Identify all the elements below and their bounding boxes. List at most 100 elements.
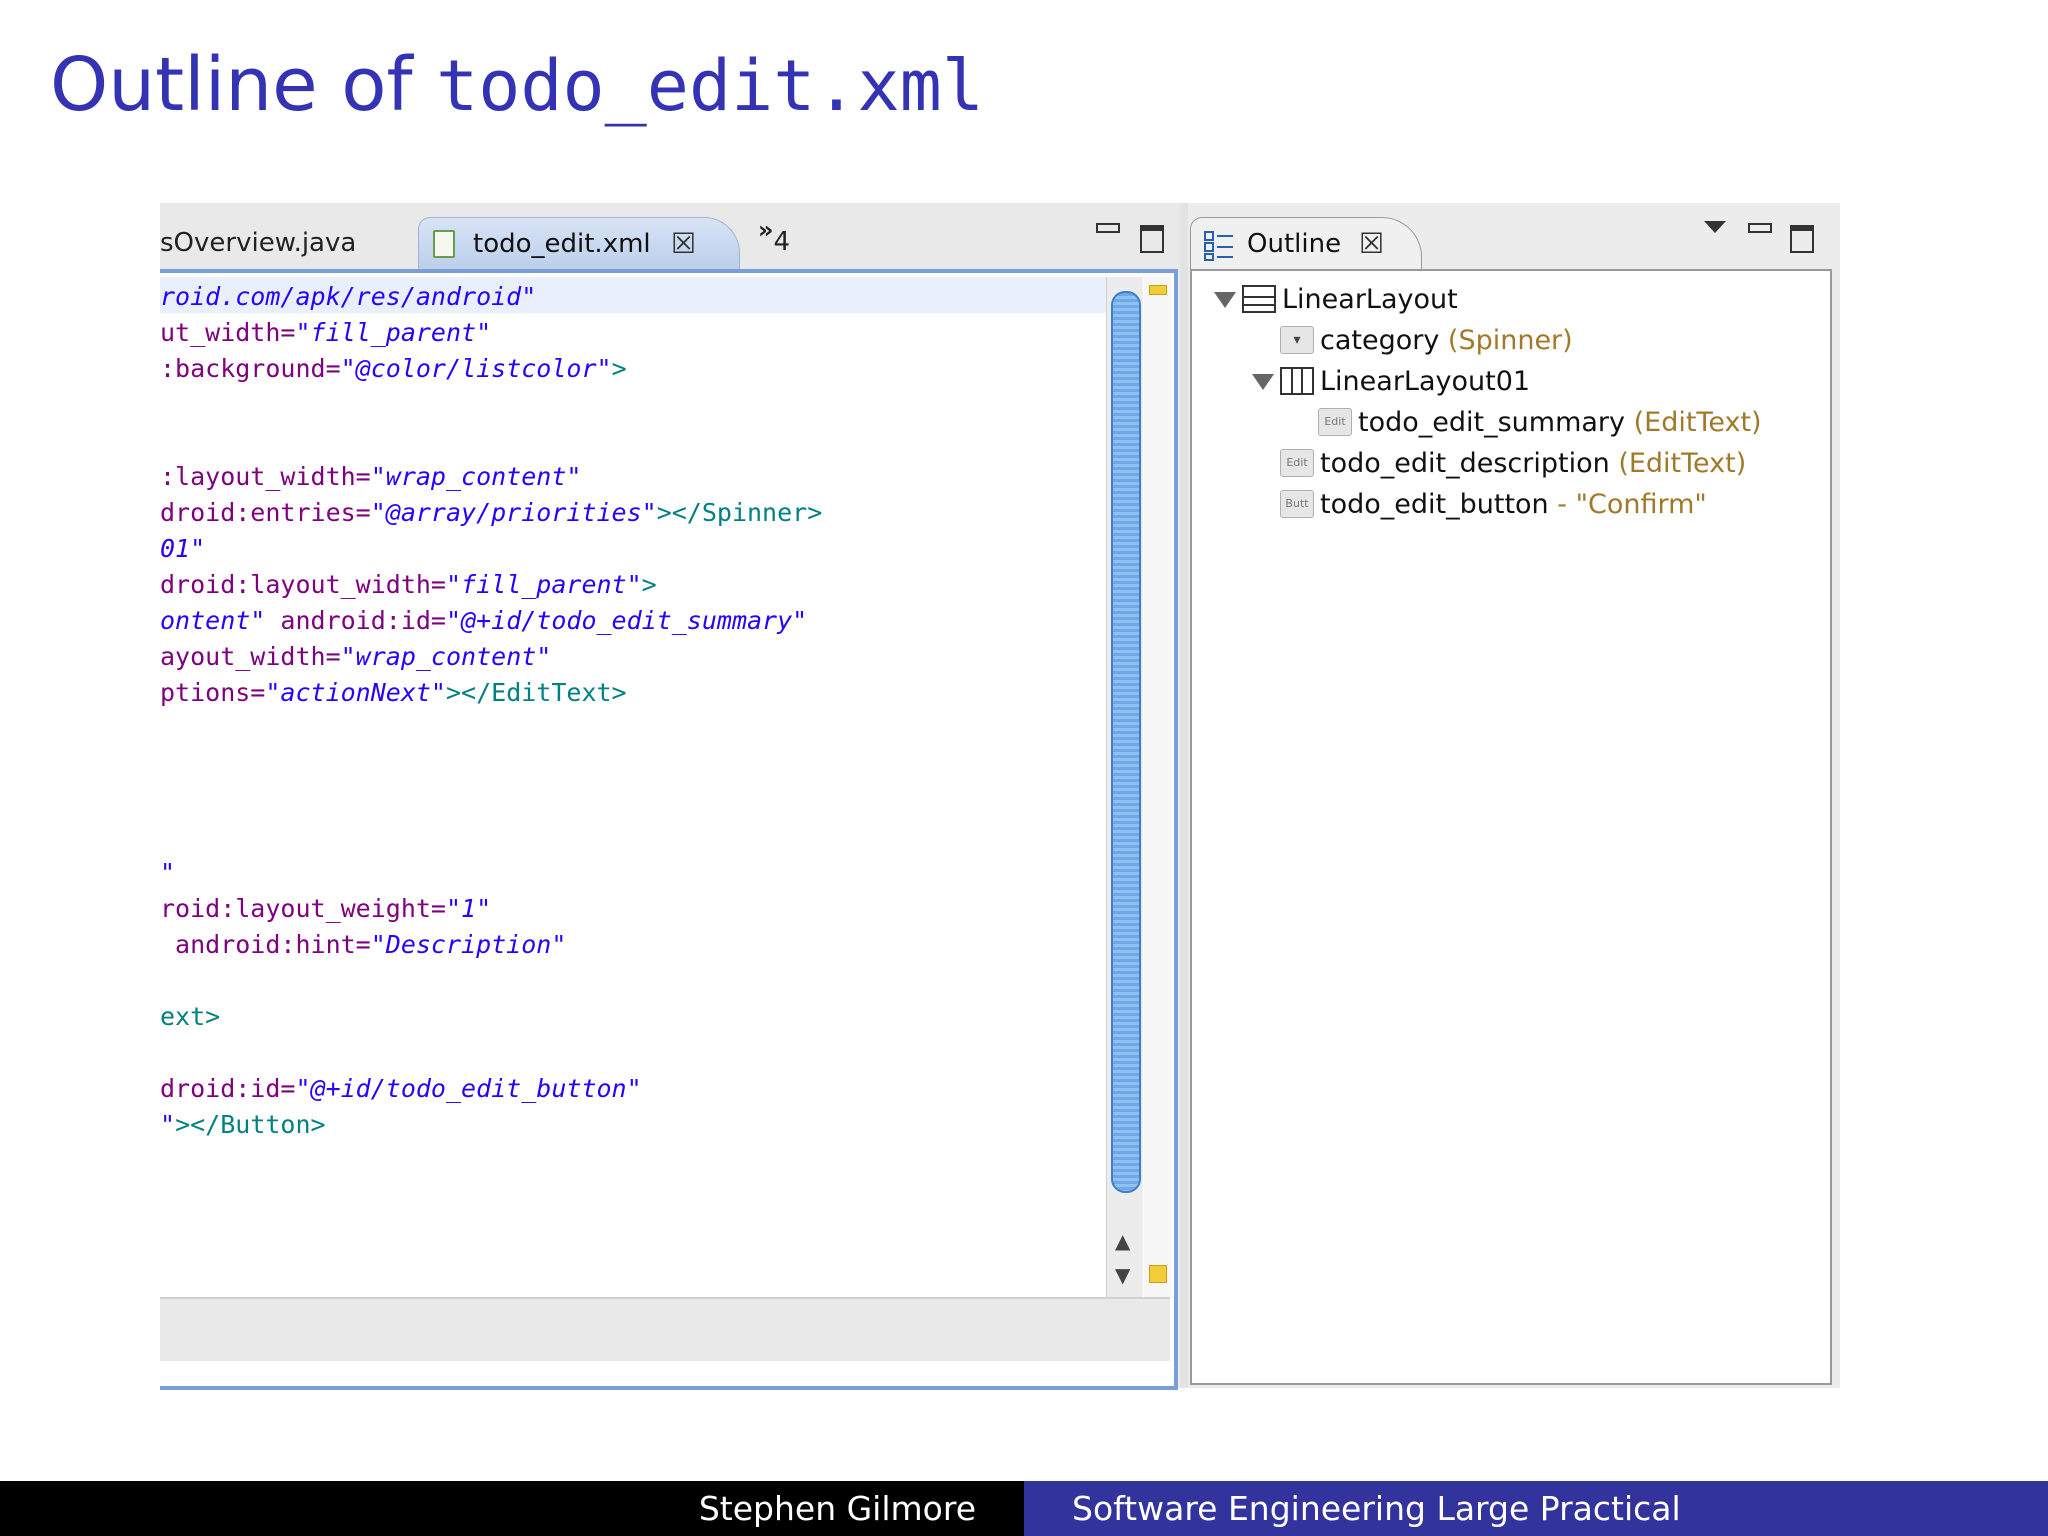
outline-item-label: todo_edit_button - "Confirm": [1320, 488, 1707, 522]
minimize-icon[interactable]: [1748, 223, 1772, 233]
annotation-marker[interactable]: [1149, 285, 1167, 295]
outline-tree-item[interactable]: Edit todo_edit_summary (EditText): [1192, 406, 1822, 440]
outline-tree-item[interactable]: LinearLayout: [1192, 283, 1822, 317]
editor-tab-bar: sOverview.java todo_edit.xml ☒ »4: [160, 203, 1180, 274]
code-token: ></Spinner>: [656, 498, 823, 527]
code-token: "@+id/todo_edit_summary": [445, 606, 808, 635]
scroll-down-icon[interactable]: ▼: [1115, 1263, 1130, 1287]
code-line: ptions="actionNext"></EditText>: [160, 677, 627, 709]
outline-tree-item[interactable]: category (Spinner): [1192, 324, 1822, 358]
tab-todo-edit-xml[interactable]: todo_edit.xml ☒: [418, 217, 740, 274]
code-line: ontent" android:id="@+id/todo_edit_summa…: [160, 605, 807, 637]
footer-author: Stephen Gilmore: [698, 1489, 976, 1528]
code-token: ut_width=: [160, 318, 296, 347]
code-line: ayout_width="wrap_content": [160, 641, 551, 673]
code-token: :background=: [160, 354, 341, 383]
horizontal-layout-icon: [1280, 367, 1314, 395]
footer-course: Software Engineering Large Practical: [1072, 1489, 1681, 1528]
code-line: droid:id="@+id/todo_edit_button": [160, 1073, 642, 1105]
view-menu-icon[interactable]: [1704, 221, 1726, 233]
footer-course-box: Software Engineering Large Practical: [1024, 1481, 2048, 1536]
code-token: droid:id=: [160, 1074, 296, 1103]
code-token: "actionNext": [265, 678, 446, 707]
outline-item-type: - "Confirm": [1548, 489, 1707, 520]
code-line: ut_width="fill_parent": [160, 317, 491, 349]
code-line: 01": [160, 533, 205, 565]
code-token: "@array/priorities": [370, 498, 657, 527]
horizontal-scroll-area[interactable]: [160, 1297, 1170, 1361]
outline-icon: [1204, 231, 1233, 261]
editor-text-area[interactable]: roid.com/apk/res/android" ut_width="fill_…: [160, 269, 1178, 1390]
code-token: ext>: [160, 1002, 221, 1031]
maximize-icon[interactable]: [1790, 225, 1814, 253]
tab-outline[interactable]: Outline ☒: [1190, 217, 1422, 274]
outline-item-name: todo_edit_summary: [1358, 407, 1626, 438]
outline-item-name: LinearLayout01: [1320, 366, 1531, 397]
xml-editor-pane: sOverview.java todo_edit.xml ☒ »4 roid.c…: [160, 203, 1180, 1390]
spinner-icon: [1280, 326, 1314, 354]
code-token: android:id=: [265, 606, 446, 635]
ide-screenshot: sOverview.java todo_edit.xml ☒ »4 roid.c…: [160, 203, 1840, 1390]
tab-overview-java[interactable]: sOverview.java: [160, 217, 410, 269]
code-token: ontent": [160, 606, 266, 635]
close-icon[interactable]: ☒: [671, 218, 696, 270]
code-token: :layout_width=: [160, 462, 371, 491]
code-token: "Description": [370, 930, 567, 959]
close-icon[interactable]: ☒: [1359, 218, 1384, 270]
outline-item-name: todo_edit_button: [1320, 489, 1549, 520]
scroll-up-icon[interactable]: ▲: [1115, 1229, 1130, 1253]
code-token: ": [160, 858, 176, 887]
slide-footer: Stephen Gilmore Software Engineering Lar…: [0, 1481, 2048, 1536]
outline-item-label: category (Spinner): [1320, 324, 1573, 358]
outline-item-type: (EditText): [1625, 407, 1762, 438]
code-token: ></Button>: [175, 1110, 326, 1139]
code-line: roid:layout_weight="1": [160, 893, 491, 925]
edittext-icon: Edit: [1318, 408, 1352, 436]
tab-label: Outline: [1247, 229, 1342, 259]
expand-triangle-icon[interactable]: [1214, 292, 1236, 308]
outline-tree-item[interactable]: LinearLayout01: [1192, 365, 1822, 399]
scrollbar-thumb[interactable]: [1111, 291, 1141, 1193]
code-view[interactable]: roid.com/apk/res/android" ut_width="fill_…: [160, 273, 1100, 1293]
button-icon: Butt: [1280, 490, 1314, 518]
code-token: "fill_parent": [445, 570, 642, 599]
code-token: "wrap_content": [340, 642, 552, 671]
code-token: ></EditText>: [445, 678, 627, 707]
slide-title: Outline of todo_edit.xml: [50, 42, 984, 128]
code-line: roid.com/apk/res/android": [160, 281, 536, 313]
code-token: "@color/listcolor": [340, 354, 612, 383]
code-line: droid:layout_width="fill_parent">: [160, 569, 657, 601]
outline-tree[interactable]: LinearLayout category (Spinner) LinearLayo…: [1190, 269, 1832, 1385]
code-token: >: [611, 354, 627, 383]
outline-item-label: LinearLayout: [1282, 283, 1458, 317]
code-line: :background="@color/listcolor">: [160, 353, 627, 385]
slide-title-filename: todo_edit.xml: [436, 45, 984, 127]
xml-file-icon: [433, 230, 455, 258]
code-token: 01": [160, 534, 206, 563]
annotation-marker[interactable]: [1149, 1265, 1167, 1283]
minimize-icon[interactable]: [1096, 223, 1120, 233]
code-line: android:hint="Description": [160, 929, 566, 961]
outline-item-label: LinearLayout01: [1320, 365, 1530, 399]
code-token: roid:layout_weight=: [160, 894, 446, 923]
code-token: roid.com/apk/res/android": [160, 282, 537, 311]
tab-overflow-button[interactable]: »4: [758, 215, 790, 257]
outline-item-type: (Spinner): [1439, 325, 1573, 356]
vertical-scrollbar[interactable]: ▲ ▼: [1106, 277, 1143, 1297]
expand-triangle-icon[interactable]: [1252, 374, 1274, 390]
code-line: ext>: [160, 1001, 220, 1033]
hidden-tab-count: 4: [773, 227, 791, 257]
code-token: ayout_width=: [160, 642, 341, 671]
code-line: ": [160, 857, 175, 889]
vertical-layout-icon: [1242, 285, 1276, 313]
slide-title-prefix: Outline of: [50, 42, 437, 128]
outline-tree-item[interactable]: Butt todo_edit_button - "Confirm": [1192, 488, 1822, 522]
outline-item-label: todo_edit_description (EditText): [1320, 447, 1746, 481]
outline-tree-item[interactable]: Edit todo_edit_description (EditText): [1192, 447, 1822, 481]
outline-pane: Outline ☒ LinearLayout category (Spinner)…: [1188, 203, 1840, 1388]
maximize-icon[interactable]: [1140, 225, 1164, 253]
code-token: android:hint=: [160, 930, 371, 959]
code-token: >: [641, 570, 657, 599]
tab-label: sOverview.java: [160, 228, 357, 258]
code-line: :layout_width="wrap_content": [160, 461, 581, 493]
